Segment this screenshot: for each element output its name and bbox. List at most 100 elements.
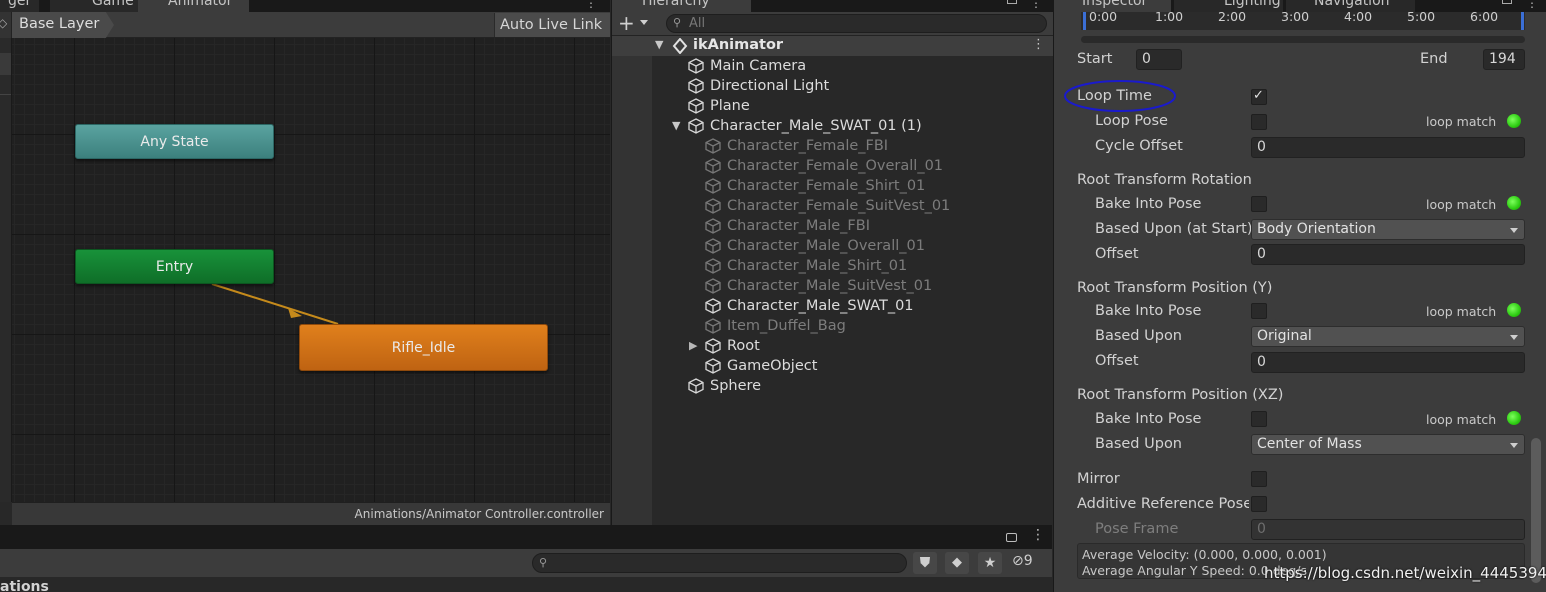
collapsed-layers-handle[interactable] <box>0 53 11 75</box>
filter-by-type-icon[interactable]: ⛊ <box>913 552 937 574</box>
posy-offset-label: Offset <box>1095 353 1139 369</box>
inspector-scrollbar[interactable] <box>1531 438 1541 583</box>
tab-game[interactable]: Game <box>50 0 143 12</box>
item-label: Character_Female_FBI <box>727 138 889 154</box>
timeline-end-marker[interactable] <box>1521 12 1524 30</box>
maximize-icon[interactable] <box>1502 0 1512 4</box>
list-item-character-male-suitvest-01[interactable]: Character_Male_SuitVest_01 <box>612 276 1053 296</box>
state-machine-graph[interactable]: Any State Entry Rifle_Idle <box>12 38 610 502</box>
node-rifle-idle[interactable]: Rifle_Idle <box>299 324 548 371</box>
list-item-character-female-overall-01[interactable]: Character_Female_Overall_01 <box>612 156 1053 176</box>
project-search-input[interactable]: ⚲ <box>532 553 907 573</box>
list-item-character-female-suitvest-01[interactable]: Character_Female_SuitVest_01 <box>612 196 1053 216</box>
scene-menu-icon[interactable]: ⋮ <box>1032 37 1045 52</box>
expand-arrow-icon[interactable]: ▶ <box>689 336 705 356</box>
posxz-bake-checkbox[interactable] <box>1251 411 1267 427</box>
create-dropdown-chevron-icon[interactable] <box>640 20 648 25</box>
hierarchy-tab-label: Hierarchy <box>642 0 710 9</box>
search-icon: ⚲ <box>673 16 682 29</box>
tab-lighting[interactable]: Lighting <box>1174 0 1284 12</box>
rot-offset-label: Offset <box>1095 246 1139 262</box>
item-label: Character_Female_Overall_01 <box>727 158 944 174</box>
list-item-character-male-swat-01[interactable]: Character_Male_SWAT_01 <box>612 296 1053 316</box>
inspector-tab-label: Inspector <box>1082 0 1148 9</box>
breadcrumb[interactable]: Base Layer <box>12 12 114 38</box>
hierarchy-search-input[interactable]: ⚲ All <box>666 14 1047 33</box>
timeline-ruler[interactable]: 0:00 1:00 2:00 3:00 4:00 5:00 6:00 <box>1081 12 1525 30</box>
list-item-gameobject[interactable]: GameObject <box>612 356 1053 376</box>
game-tab-label: Game <box>92 0 134 9</box>
rot-based-upon-label: Based Upon (at Start) <box>1095 221 1253 237</box>
favorites-star-icon[interactable]: ★ <box>978 552 1002 574</box>
animator-panel: ger Game Animator ⋮ ◇ Base Layer Auto Li… <box>0 0 610 525</box>
filter-by-label-icon[interactable]: ◆ <box>945 552 969 574</box>
list-item-character-female-fbi[interactable]: Character_Female_FBI <box>612 136 1053 156</box>
hierarchy-tab-menu-icon[interactable]: ⋮ <box>1030 0 1042 10</box>
posxz-based-upon-dropdown[interactable]: Center of Mass <box>1251 434 1525 455</box>
start-field[interactable]: 0 <box>1136 49 1182 70</box>
entry-to-rifle-transition[interactable] <box>211 283 339 325</box>
list-item-character-male-swat-01-1[interactable]: ▼ Character_Male_SWAT_01 (1) <box>612 116 1053 136</box>
posy-offset-field[interactable]: 0 <box>1251 352 1525 373</box>
list-item-character-male-shirt-01[interactable]: Character_Male_Shirt_01 <box>612 256 1053 276</box>
list-item-character-female-shirt-01[interactable]: Character_Female_Shirt_01 <box>612 176 1053 196</box>
create-plus-icon[interactable]: + <box>618 12 635 34</box>
cycle-offset-field[interactable]: 0 <box>1251 137 1525 158</box>
bottom-menu-icon[interactable]: ⋮ <box>1031 527 1045 543</box>
gameobject-cube-icon <box>688 118 704 134</box>
tab-navigation[interactable]: Navigation <box>1286 0 1416 12</box>
rot-offset-field[interactable]: 0 <box>1251 244 1525 265</box>
expand-arrow-icon[interactable]: ▼ <box>672 116 688 136</box>
chevron-down-icon <box>1510 443 1518 448</box>
end-field[interactable]: 194 <box>1483 49 1525 70</box>
list-item-main-camera[interactable]: Main Camera <box>612 56 1053 76</box>
animator-tab-menu-icon[interactable]: ⋮ <box>585 0 597 10</box>
list-item-character-male-fbi[interactable]: Character_Male_FBI <box>612 216 1053 236</box>
posy-bake-checkbox[interactable] <box>1251 303 1267 319</box>
scene-root-row[interactable]: ▼ ikAnimator ⋮ <box>612 36 1053 56</box>
pose-frame-field[interactable]: 0 <box>1251 519 1525 540</box>
list-item-item-duffel-bag[interactable]: Item_Duffel_Bag <box>612 316 1053 336</box>
list-item-root[interactable]: ▶ Root <box>612 336 1053 356</box>
checkmark-icon: ✓ <box>1253 88 1264 103</box>
node-any-state[interactable]: Any State <box>75 124 274 159</box>
tab-ger[interactable]: ger <box>0 0 41 12</box>
watermark-text: https://blog.csdn.net/weixin_44453949 <box>1264 564 1546 582</box>
tick-label: 1:00 <box>1155 12 1184 24</box>
rot-based-upon-dropdown[interactable]: Body Orientation <box>1251 219 1525 240</box>
item-label: Character_Male_FBI <box>727 218 870 234</box>
timeline-start-marker[interactable] <box>1083 12 1086 30</box>
list-item-character-male-overall-01[interactable]: Character_Male_Overall_01 <box>612 236 1053 256</box>
lock-icon[interactable] <box>1006 533 1017 542</box>
list-item-sphere[interactable]: Sphere <box>612 376 1053 396</box>
hidden-packages-toggle[interactable]: ⊘9 <box>1012 553 1033 569</box>
list-item-directional-light[interactable]: Directional Light <box>612 76 1053 96</box>
maximize-icon[interactable] <box>1007 0 1017 4</box>
list-item-plane[interactable]: Plane <box>612 96 1053 116</box>
tab-inspector[interactable]: Inspector <box>1054 0 1172 12</box>
animator-tab-label: Animator <box>168 0 233 9</box>
hierarchy-list: Main Camera Directional Light Plane ▼ Ch… <box>612 56 1053 396</box>
gameobject-cube-icon <box>705 258 721 274</box>
item-label: GameObject <box>727 358 818 374</box>
eye-slash-icon: ⊘ <box>1012 553 1024 569</box>
mirror-checkbox[interactable] <box>1251 471 1267 487</box>
auto-live-link-button[interactable]: Auto Live Link <box>494 13 610 37</box>
timeline-range-bar[interactable] <box>1081 36 1525 43</box>
loop-time-checkbox[interactable]: ✓ <box>1251 88 1267 105</box>
scene-name: ikAnimator <box>693 37 784 53</box>
node-entry[interactable]: Entry <box>75 249 274 284</box>
additive-reference-checkbox[interactable] <box>1251 496 1267 512</box>
expand-arrow-icon[interactable]: ▼ <box>655 38 663 51</box>
posy-based-upon-dropdown[interactable]: Original <box>1251 326 1525 347</box>
item-label: Character_Female_SuitVest_01 <box>727 198 951 214</box>
inspector-tab-menu-icon[interactable]: ⋮ <box>1526 0 1538 10</box>
rot-loop-match-label: loop match <box>1426 197 1497 212</box>
tab-animator[interactable]: Animator <box>138 0 250 12</box>
posxz-based-upon-label: Based Upon <box>1095 436 1182 452</box>
node-any-state-label: Any State <box>140 133 209 150</box>
loop-pose-checkbox[interactable] <box>1251 114 1267 130</box>
loop-time-label: Loop Time <box>1077 88 1152 104</box>
layers-toggle-button[interactable]: ◇ <box>0 12 12 38</box>
rot-bake-checkbox[interactable] <box>1251 196 1267 212</box>
